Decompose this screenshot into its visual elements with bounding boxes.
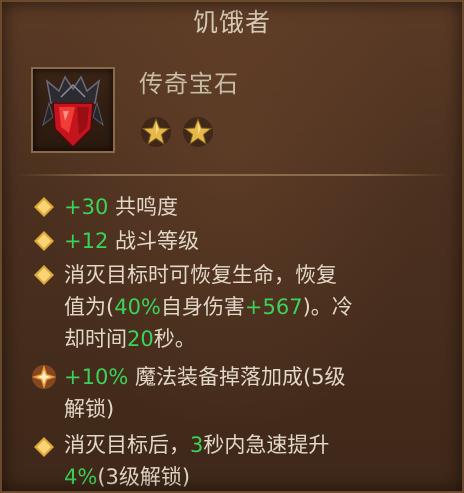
stat-combat-level: +12 战斗等级 bbox=[64, 226, 199, 256]
effect-text: 值为( bbox=[64, 295, 115, 319]
stat-label: 战斗等级 bbox=[108, 229, 200, 253]
diamond-bullet-icon bbox=[34, 231, 54, 251]
item-rarity: 传奇宝石 bbox=[139, 70, 239, 98]
haste-text: 秒内急速提升 bbox=[203, 433, 330, 457]
bonus-line-2: 解锁) bbox=[64, 397, 115, 421]
stat-label: 共鸣度 bbox=[108, 195, 179, 219]
section-divider bbox=[16, 174, 448, 176]
star-icon bbox=[141, 117, 171, 147]
haste-value: 4% bbox=[64, 465, 98, 489]
effect-line-3: 却时间20秒。 bbox=[64, 324, 196, 354]
bonus-line-1: +10% 魔法装备掉落加成(5级 bbox=[64, 362, 346, 392]
haste-line-2: 4%(3级解锁) bbox=[64, 462, 190, 492]
haste-text: 消灭目标后， bbox=[64, 433, 190, 457]
diamond-bullet-icon bbox=[34, 437, 54, 457]
star-icon bbox=[183, 117, 213, 147]
item-tooltip-panel: 饥饿者 传奇宝石 +30 共鸣度 +12 战斗等级 消灭目标时可恢复生命，恢复 … bbox=[0, 0, 464, 493]
bonus-text: 魔法装备掉落加成(5级 bbox=[128, 365, 346, 389]
stat-value: +30 bbox=[64, 195, 109, 219]
effect-text: 却时间 bbox=[64, 327, 127, 351]
effect-line-1: 消灭目标时可恢复生命，恢复 bbox=[64, 263, 337, 287]
diamond-bullet-icon bbox=[34, 265, 54, 285]
effect-value: 40% bbox=[114, 295, 161, 319]
diamond-bullet-icon bbox=[34, 197, 54, 217]
effect-line-2: 值为(40%自身伤害+567)。冷 bbox=[64, 292, 353, 322]
stat-value: +12 bbox=[64, 229, 109, 253]
item-icon-frame bbox=[31, 67, 115, 153]
bonus-value: +10% bbox=[64, 365, 129, 389]
effect-text: 秒。 bbox=[153, 327, 196, 351]
item-title: 饥饿者 bbox=[192, 8, 271, 37]
haste-value: 3 bbox=[190, 433, 204, 457]
stat-resonance: +30 共鸣度 bbox=[64, 192, 178, 222]
effect-value: +567 bbox=[244, 295, 303, 319]
effect-text: 自身伤害 bbox=[160, 295, 245, 319]
starburst-bullet-icon bbox=[32, 365, 56, 389]
haste-text: (3级解锁) bbox=[97, 465, 191, 489]
legendary-gem-icon bbox=[42, 75, 104, 149]
haste-line-1: 消灭目标后，3秒内急速提升 bbox=[64, 430, 329, 460]
effect-value: 20 bbox=[127, 327, 154, 351]
effect-text: )。冷 bbox=[302, 295, 353, 319]
